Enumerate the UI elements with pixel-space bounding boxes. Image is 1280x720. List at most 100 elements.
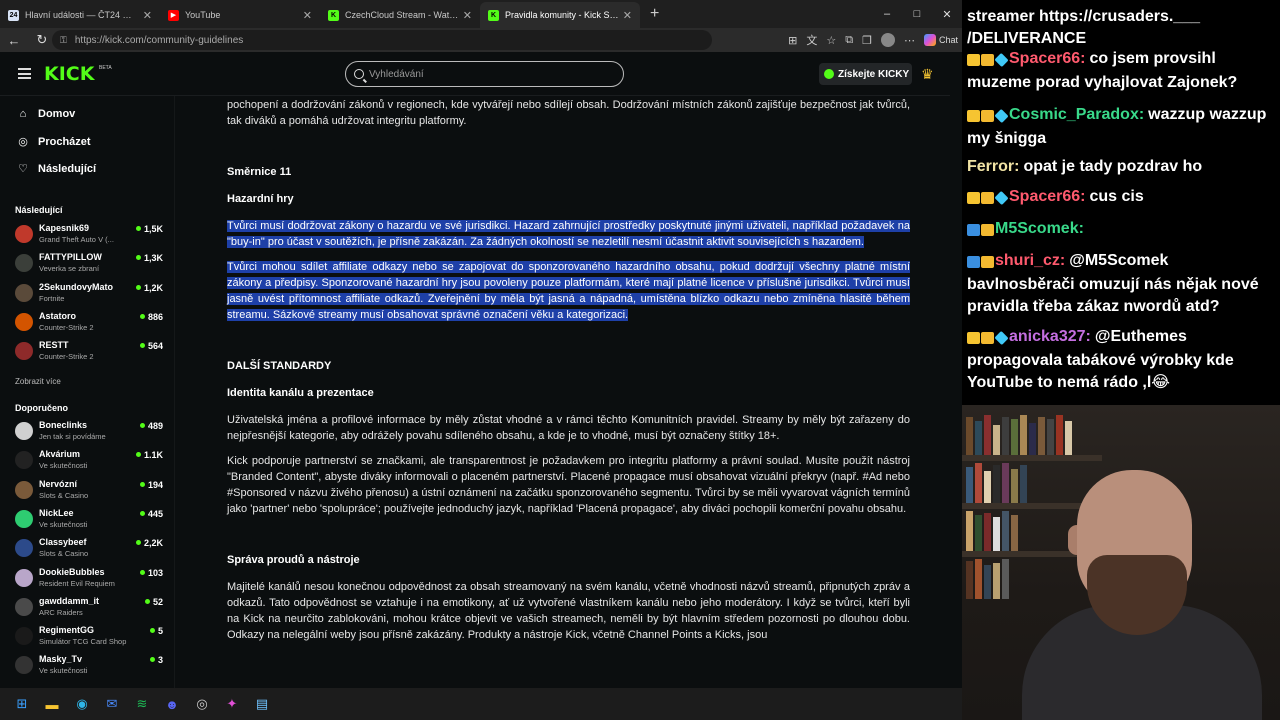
sidebar-item-following[interactable]: ♡ Následující: [16, 162, 96, 176]
tab-ct24[interactable]: 24 Hlavní události — ČT24 — Česká televiz…: [0, 2, 160, 28]
more-menu-icon[interactable]: ⋯: [904, 34, 915, 47]
channel-avatar: [15, 312, 33, 331]
maximize-button[interactable]: □: [902, 0, 932, 28]
notepad-icon[interactable]: ▤: [250, 692, 274, 716]
viewer-count: 5: [150, 626, 163, 636]
windows-start-icon[interactable]: ⊞: [10, 692, 34, 716]
chat-username[interactable]: M5Scomek:: [995, 220, 1084, 237]
chat-username[interactable]: Spacer66:: [1009, 50, 1086, 67]
favorite-star-icon[interactable]: ☆: [826, 34, 836, 47]
site-info-icon[interactable]: ⚿: [60, 35, 67, 46]
chat-text: streamer https://crusaders.___ /DELIVERA…: [967, 8, 1200, 47]
channel-item[interactable]: Boneclinks Jen tak si povídáme 489: [15, 417, 165, 445]
copilot-chat-button[interactable]: Chat: [923, 34, 958, 46]
channel-avatar: [15, 539, 33, 558]
tab-youtube[interactable]: ▶ YouTube ✕: [160, 2, 320, 28]
windows-taskbar: ⊞ ▬ ◉ ✉ ≋ ☻ ◎ ✦ ▤: [0, 688, 962, 720]
arrow-badge-icon: [967, 224, 980, 236]
channel-item[interactable]: DookieBubbles Resident Evil Requiem 103: [15, 564, 165, 592]
tab-czechcloud[interactable]: K CzechCloud Stream - Watch Live on Kick ✕: [320, 2, 480, 28]
new-tab-button[interactable]: +: [640, 2, 669, 28]
discord-icon[interactable]: ☻: [160, 692, 184, 716]
channel-name: FATTYPILLOW: [39, 252, 102, 263]
browser-window: 24 Hlavní události — ČT24 — Česká televiz…: [0, 0, 962, 688]
channel-item[interactable]: Akvárium Ve skutečnosti 1.1K: [15, 446, 165, 474]
sidebar-item-browse[interactable]: ◎ Procházet: [16, 135, 90, 149]
channel-item[interactable]: FATTYPILLOW Veverka se zbraní 1,3K: [15, 249, 165, 277]
page-scrollbar[interactable]: [950, 52, 962, 688]
home-icon: ⌂: [19, 108, 27, 120]
chat-message: anicka327: @Euthemes propagovala tabákové…: [967, 326, 1272, 394]
translate-icon[interactable]: 文: [806, 32, 817, 48]
chat-username[interactable]: shuri_cz:: [995, 252, 1065, 269]
extensions-icon[interactable]: ⧉: [845, 34, 853, 47]
channel-item[interactable]: Masky_Tv Ve skutečnosti 3: [15, 651, 165, 679]
copilot-icon: [923, 34, 936, 46]
channel-item[interactable]: Classybeef Slots & Casino 2,2K: [15, 534, 165, 562]
channel-name: Kapesnik69: [39, 223, 90, 233]
channel-avatar: [15, 656, 33, 675]
viewer-count: 1,2K: [136, 283, 163, 293]
user-badges: [967, 220, 995, 242]
chat-username[interactable]: Spacer66:: [1009, 188, 1086, 205]
back-icon[interactable]: ←: [0, 33, 28, 48]
get-kicky-button[interactable]: Získejte KICKY: [819, 63, 912, 85]
channel-item[interactable]: Astatoro Counter-Strike 2 886: [15, 308, 165, 336]
search-placeholder: Vyhledávání: [369, 68, 424, 80]
chat-message: Spacer66: co jsem provsihl muzeme porad v…: [967, 48, 1272, 94]
close-window-button[interactable]: ✕: [932, 0, 962, 28]
tab-kick-guidelines[interactable]: K Pravidla komunity - Kick Streaming ✕: [480, 2, 640, 28]
minimize-button[interactable]: –: [872, 0, 902, 28]
gem-badge-icon: [994, 330, 1009, 346]
close-icon[interactable]: ✕: [463, 9, 472, 22]
hand-badge-icon: [981, 256, 994, 268]
chat-username[interactable]: anicka327:: [1009, 328, 1091, 345]
profile-avatar[interactable]: [880, 33, 895, 47]
obs-icon[interactable]: ◎: [190, 692, 214, 716]
ct24-favicon: 24: [8, 9, 19, 21]
chat-username[interactable]: Cosmic_Paradox:: [1009, 106, 1144, 123]
tab-label: CzechCloud Stream - Watch Live on Kick: [345, 10, 459, 20]
selected-text: Tvůrci musí dodržovat zákony o hazardu v…: [227, 220, 910, 248]
channel-item[interactable]: RegimentGG Simulátor TCG Card Shop 5: [15, 622, 165, 650]
close-icon[interactable]: ✕: [623, 9, 632, 22]
url-field[interactable]: ⚿ https://kick.com/community-guidelines: [52, 30, 712, 50]
tab-label: YouTube: [185, 10, 221, 20]
channel-item[interactable]: 2SekundovyMato Fortnite 1,2K: [15, 279, 165, 307]
show-more-link[interactable]: Zobrazit více: [15, 377, 61, 386]
tab-label: Pravidla komunity - Kick Streaming: [505, 10, 619, 20]
sidebar-item-home[interactable]: ⌂ Domov: [16, 108, 76, 120]
channel-item[interactable]: RESTT Counter-Strike 2 564: [15, 337, 165, 365]
viewer-count: 886: [140, 312, 163, 322]
close-icon[interactable]: ✕: [303, 9, 312, 22]
channel-avatar: [15, 480, 33, 499]
channel-name: NickLee: [39, 507, 74, 518]
close-icon[interactable]: ✕: [143, 9, 152, 22]
chat-username[interactable]: Ferror:: [967, 158, 1019, 175]
channel-item[interactable]: Nervózní Slots & Casino 194: [15, 476, 165, 504]
file-explorer-icon[interactable]: ▬: [40, 692, 64, 716]
channel-item[interactable]: gawddamm_it ARC Raiders 52: [15, 593, 165, 621]
search-input[interactable]: Vyhledávání: [345, 61, 624, 87]
kicky-label: Získejte KICKY: [838, 68, 910, 80]
messenger-icon[interactable]: ✉: [100, 692, 124, 716]
kick-logo[interactable]: KICK: [44, 63, 94, 85]
user-badges: [967, 188, 1009, 210]
channel-item[interactable]: NickLee Ve skutečnosti 445: [15, 505, 165, 533]
webcam-feed: [962, 405, 1280, 720]
channel-item[interactable]: Kapesnik69 Grand Theft Auto V (... 1,5K: [15, 220, 165, 248]
viewer-count: 103: [140, 568, 163, 578]
channel-category: Slots & Casino: [39, 490, 89, 500]
spotify-icon[interactable]: ≋: [130, 692, 154, 716]
copilot-icon[interactable]: ✦: [220, 692, 244, 716]
edge-browser-icon[interactable]: ◉: [70, 692, 94, 716]
hamburger-menu-icon[interactable]: [18, 68, 31, 79]
identity-paragraph: Uživatelská jména a profilové informace …: [227, 414, 910, 442]
channel-avatar: [15, 342, 33, 361]
rewards-crown-icon[interactable]: ♛: [921, 66, 934, 83]
channel-name: Classybeef: [39, 537, 87, 548]
reader-view-icon[interactable]: ⊞: [788, 34, 797, 47]
collections-icon[interactable]: ❐: [862, 34, 872, 47]
guidelines-article: včetně podsvětlení nebo obrazů. Užívatel…: [227, 96, 910, 652]
kick-header: KICK BETA Vyhledávání Získejte KICKY ♛: [0, 52, 950, 96]
